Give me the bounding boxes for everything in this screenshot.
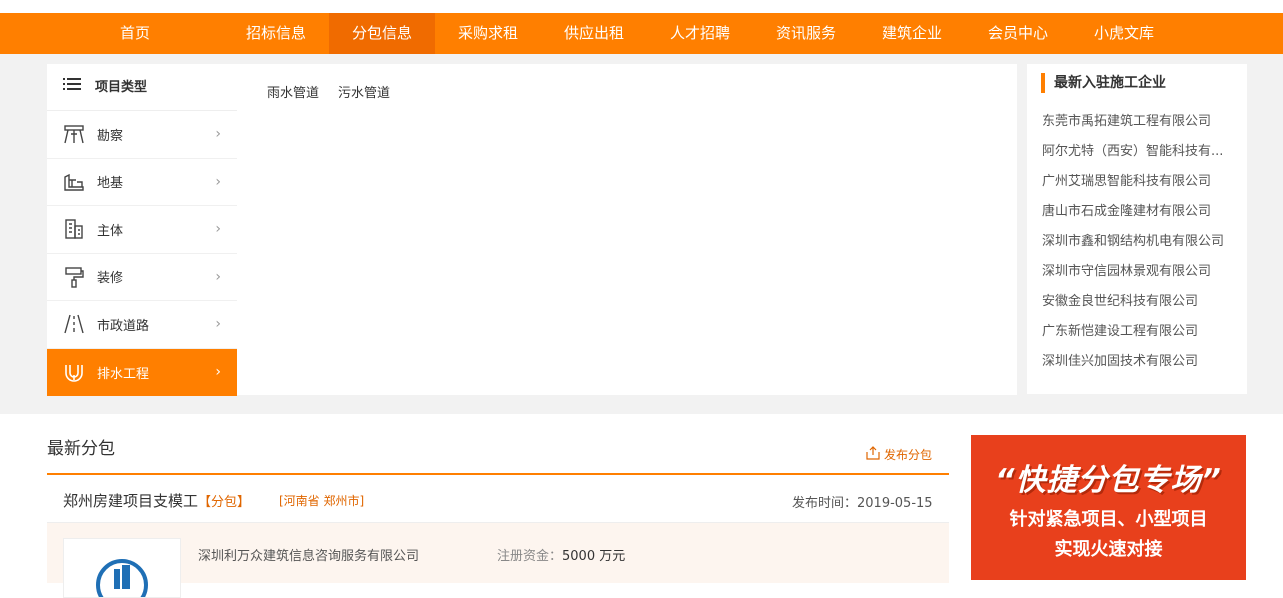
chevron-right-icon: › <box>215 268 221 285</box>
listing-title-link[interactable]: 郑州房建项目支模工【分包】 <box>63 490 250 511</box>
company-link[interactable]: 深圳佳兴加固技术有限公司 <box>1042 350 1238 369</box>
nav-companies[interactable]: 建筑企业 <box>859 13 965 54</box>
company-link[interactable]: 安徽金良世纪科技有限公司 <box>1042 290 1238 309</box>
nav-bidding[interactable]: 招标信息 <box>223 13 329 54</box>
nav-home[interactable]: 首页 <box>82 13 188 54</box>
listing-title: 郑州房建项目支模工 <box>63 492 199 510</box>
nav-library[interactable]: 小虎文库 <box>1071 13 1177 54</box>
listing-location: [河南省 郑州市] <box>279 494 365 508</box>
banner-headline: “快捷分包专场” <box>995 463 1222 498</box>
publish-label: 发布分包 <box>884 448 933 462</box>
latest-subcontract-title: 最新分包 <box>47 439 115 459</box>
drain-pipe-icon <box>63 361 85 383</box>
list-icon <box>63 64 81 111</box>
chevron-right-icon: › <box>215 126 221 143</box>
banner-line-3: 实现火速对接 <box>1054 539 1163 560</box>
sidebar-item-label: 市政道路 <box>97 318 150 334</box>
nav-news[interactable]: 资讯服务 <box>753 13 859 54</box>
company-link[interactable]: 广州艾瑞思智能科技有限公司 <box>1042 170 1238 189</box>
main-nav: 首页 招标信息 分包信息 采购求租 供应出租 人才招聘 资讯服务 建筑企业 会员… <box>0 13 1283 54</box>
top-strip <box>0 0 1283 13</box>
sidebar-item-drainage[interactable]: 排水工程 › <box>47 348 237 396</box>
sidebar-item-municipal-road[interactable]: 市政道路 › <box>47 301 237 349</box>
section-divider <box>47 473 949 475</box>
sidebar-item-foundation[interactable]: 地基 › <box>47 159 237 206</box>
listing-company-name[interactable]: 深圳利万众建筑信息咨询服务有限公司 <box>198 545 419 564</box>
capital-value: 5000 万元 <box>562 549 626 564</box>
sidebar-item-label: 勘察 <box>97 128 124 144</box>
sidebar-item-structure[interactable]: 主体 › <box>47 206 237 254</box>
nav-member[interactable]: 会员中心 <box>965 13 1071 54</box>
new-companies-title: 最新入驻施工企业 <box>1041 73 1166 93</box>
date-label: 发布时间： <box>792 496 858 511</box>
quick-subcontract-banner[interactable]: “快捷分包专场” 针对紧急项目、小型项目 实现火速对接 <box>971 435 1246 580</box>
foundation-icon <box>63 171 85 193</box>
nav-recruitment[interactable]: 人才招聘 <box>647 13 753 54</box>
sidebar-item-decoration[interactable]: 装修 › <box>47 254 237 301</box>
sidebar-item-label: 装修 <box>97 271 124 287</box>
company-link[interactable]: 深圳市守信园林景观有限公司 <box>1042 260 1238 279</box>
company-link[interactable]: 东莞市禹拓建筑工程有限公司 <box>1042 110 1238 129</box>
sidebar-heading-label: 项目类型 <box>95 79 148 95</box>
building-icon <box>63 218 85 240</box>
company-link[interactable]: 深圳市鑫和钢结构机电有限公司 <box>1042 230 1238 249</box>
sidebar-item-survey[interactable]: 勘察 › <box>47 111 237 159</box>
subcategory-sewage-pipe[interactable]: 污水管道 <box>338 82 390 101</box>
nav-supply[interactable]: 供应出租 <box>541 13 647 54</box>
company-logo[interactable] <box>63 538 181 598</box>
chevron-right-icon: › <box>215 364 221 381</box>
nav-procurement[interactable]: 采购求租 <box>435 13 541 54</box>
sidebar-item-label: 地基 <box>97 176 124 192</box>
paint-roller-icon <box>63 266 85 288</box>
subcategory-rainwater-pipe[interactable]: 雨水管道 <box>267 82 319 101</box>
chevron-right-icon: › <box>215 316 221 333</box>
listing-date: 发布时间：2019-05-15 <box>792 492 933 511</box>
sidebar-heading: 项目类型 <box>47 64 237 111</box>
sidebar-item-label: 排水工程 <box>97 366 150 382</box>
chevron-right-icon: › <box>215 173 221 190</box>
subcategory-panel: 雨水管道 污水管道 <box>237 64 1017 395</box>
date-value: 2019-05-15 <box>857 496 933 511</box>
company-link[interactable]: 广东新恺建设工程有限公司 <box>1042 320 1238 339</box>
listing-tag: 【分包】 <box>198 495 251 510</box>
chevron-right-icon: › <box>215 221 221 238</box>
share-icon <box>866 446 880 463</box>
road-icon <box>63 313 85 335</box>
survey-icon <box>63 123 85 145</box>
project-type-sidebar: 项目类型 勘察 › 地基 › 主体 › 装修 › 市政道路 › 排水工程 › <box>47 64 237 396</box>
registered-capital: 注册资金：5000 万元 <box>497 545 625 564</box>
sidebar-item-label: 主体 <box>97 223 124 239</box>
banner-line-2: 针对紧急项目、小型项目 <box>1009 509 1208 530</box>
company-link[interactable]: 唐山市石成金隆建材有限公司 <box>1042 200 1238 219</box>
company-link[interactable]: 阿尔尤特（西安）智能科技有... <box>1042 140 1238 159</box>
new-companies-panel: 最新入驻施工企业 东莞市禹拓建筑工程有限公司 阿尔尤特（西安）智能科技有... … <box>1027 64 1247 394</box>
publish-subcontract-button[interactable]: 发布分包 <box>866 446 932 463</box>
capital-label: 注册资金： <box>497 549 563 564</box>
nav-subcontract[interactable]: 分包信息 <box>329 13 435 54</box>
